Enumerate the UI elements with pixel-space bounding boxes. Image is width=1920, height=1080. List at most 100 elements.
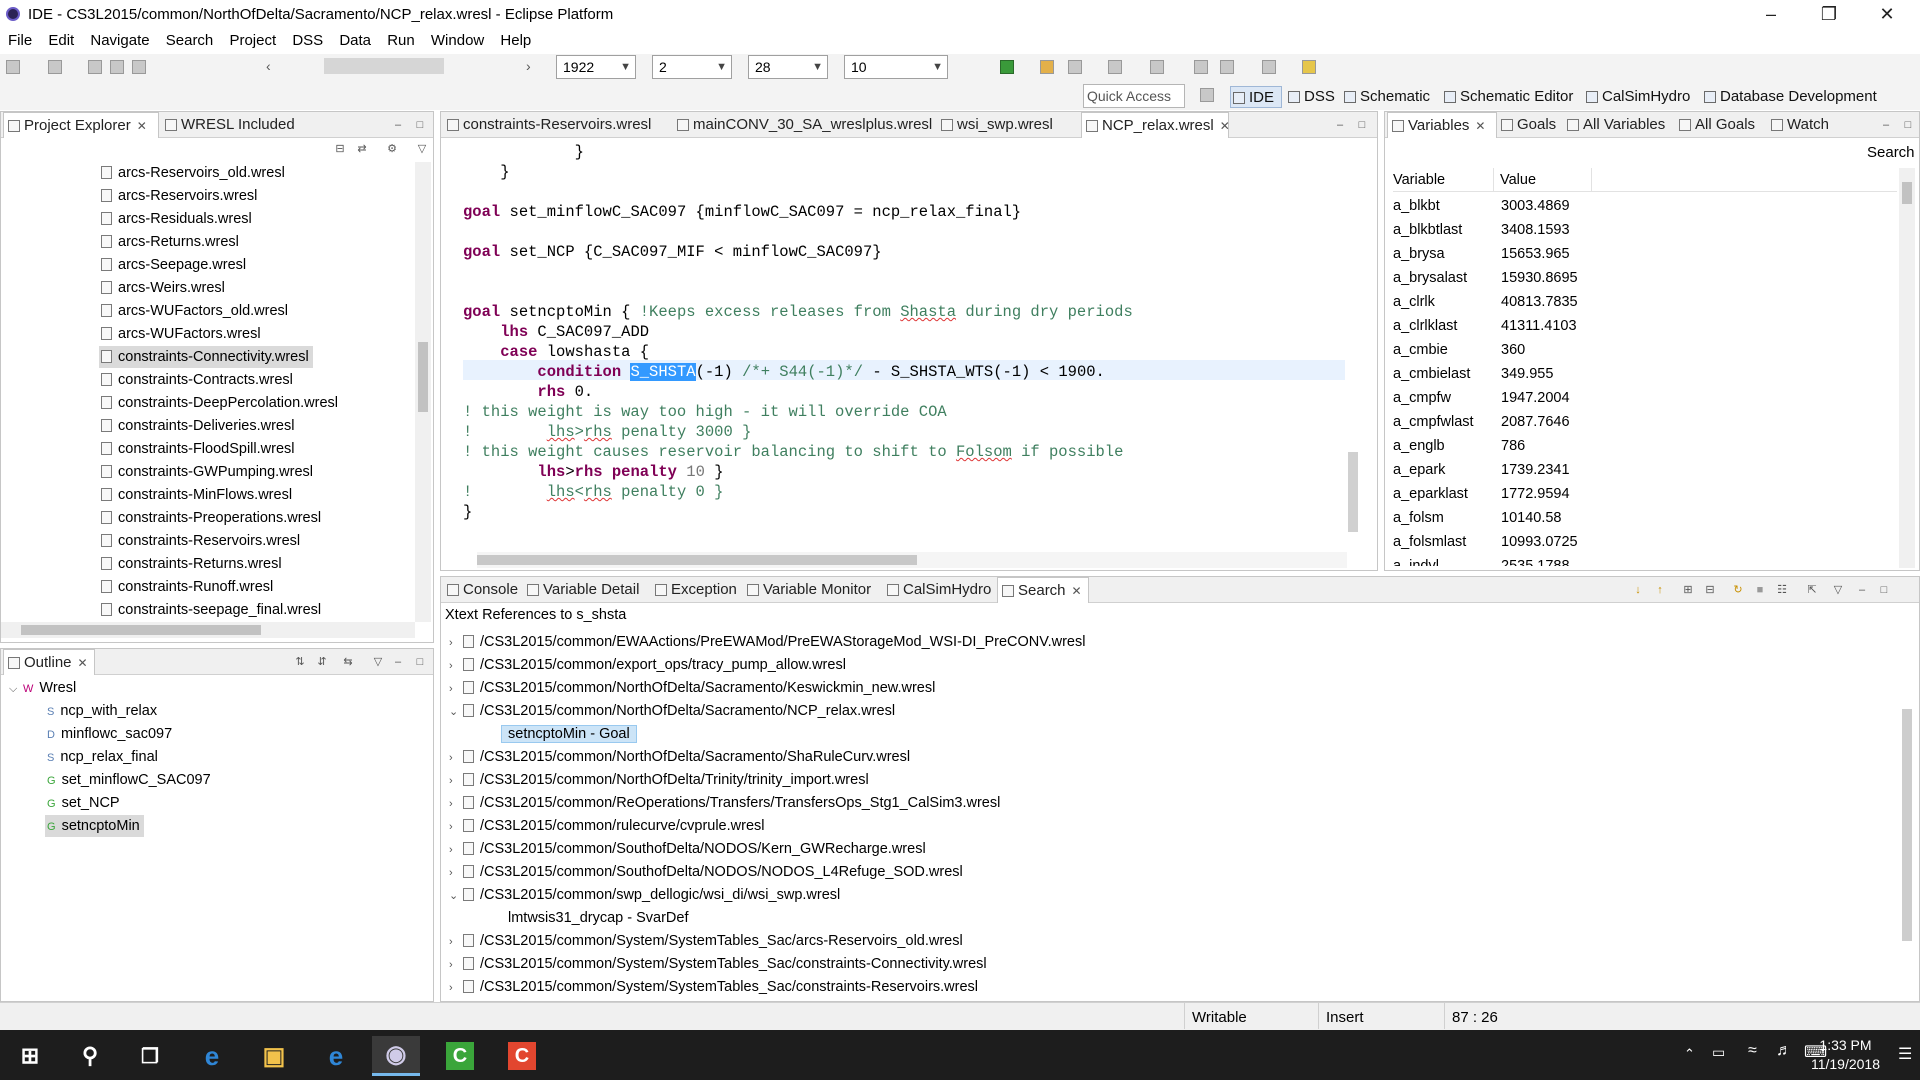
variable-row[interactable]: a_blkbtlast 3408.1593 <box>1393 218 1897 242</box>
file-tree-item[interactable]: arcs-WUFactors.wresl <box>99 323 265 345</box>
view-menu-icon[interactable]: ▽ <box>415 143 429 155</box>
perspective-dss[interactable]: DSS <box>1286 86 1335 108</box>
outline-item[interactable]: Dminflowc_sac097 <box>45 723 176 745</box>
variable-row[interactable]: a_cmpfw 1947.2004 <box>1393 386 1897 410</box>
minimize-icon[interactable]: – <box>391 119 405 131</box>
print-icon[interactable] <box>132 60 146 74</box>
app-red-icon[interactable]: C <box>498 1036 546 1076</box>
chevron-right-icon[interactable]: › <box>449 977 463 1000</box>
search-result-file[interactable]: ›/CS3L2015/common/NorthOfDelta/Sacrament… <box>449 677 935 700</box>
expand-all-icon[interactable]: ⊞ <box>1681 584 1695 596</box>
pin-icon[interactable] <box>1302 60 1316 74</box>
notifications-icon[interactable]: ☰ <box>1898 1044 1912 1064</box>
editor-vscrollbar[interactable] <box>1345 142 1361 552</box>
menu-run[interactable]: Run <box>381 30 421 52</box>
task-view-icon[interactable]: ❐ <box>126 1036 174 1076</box>
tab-variables[interactable]: Variables ✕ <box>1387 112 1497 138</box>
link-icon[interactable]: ⇆ <box>341 656 355 668</box>
maximize-icon[interactable]: □ <box>1355 119 1369 131</box>
file-tree-item[interactable]: constraints-MinFlows.wresl <box>99 484 296 506</box>
minimize-icon[interactable]: – <box>1879 119 1893 131</box>
file-tree-item[interactable]: constraints-Reservoirs.wresl <box>99 530 304 552</box>
toolbar-slider[interactable] <box>324 58 444 74</box>
variable-row[interactable]: a_indvl 2535.1788 <box>1393 554 1897 566</box>
perspective-schematic[interactable]: Schematic <box>1342 86 1430 108</box>
column-variable[interactable]: Variable <box>1393 168 1445 192</box>
save-all-icon[interactable] <box>110 60 124 74</box>
search-vscrollbar[interactable] <box>1899 629 1915 999</box>
chevron-right-icon[interactable]: › <box>449 793 463 816</box>
file-tree-item[interactable]: constraints-Preoperations.wresl <box>99 507 325 529</box>
search-icon[interactable]: ⚲ <box>66 1036 114 1076</box>
chevron-down-icon[interactable]: ⌄ <box>449 701 463 724</box>
menu-search[interactable]: Search <box>160 30 220 52</box>
outline-root[interactable]: ⌵ W Wresl <box>9 677 76 699</box>
search-match-item[interactable]: setncptoMin - Goal <box>501 723 637 746</box>
maximize-icon[interactable]: □ <box>413 119 427 131</box>
file-tree-item[interactable]: constraints-Returns.wresl <box>99 553 286 575</box>
maximize-icon[interactable]: □ <box>1877 584 1891 596</box>
internet-explorer-icon[interactable]: e <box>312 1036 360 1076</box>
quick-access-input[interactable]: Quick Access <box>1083 84 1185 108</box>
chevron-right-icon[interactable]: › <box>449 747 463 770</box>
combo-cycle[interactable]: 10 ▼ <box>844 55 948 79</box>
file-tree-item[interactable]: constraints-seepage_final.wresl <box>99 599 325 621</box>
refresh-icon[interactable]: ↻ <box>1731 584 1745 596</box>
collapse-all-icon[interactable]: ⊟ <box>333 143 347 155</box>
maximize-icon[interactable]: □ <box>1901 119 1915 131</box>
variable-row[interactable]: a_clrlk 40813.7835 <box>1393 290 1897 314</box>
prev-annotation-icon[interactable] <box>1150 60 1164 74</box>
explorer-vscrollbar[interactable] <box>415 162 431 622</box>
search-result-file[interactable]: ›/CS3L2015/common/System/SystemTables_Sa… <box>449 953 987 976</box>
variable-row[interactable]: a_cmbielast 349.955 <box>1393 362 1897 386</box>
last-edit-icon[interactable] <box>1194 60 1208 74</box>
tab-ncp-relax[interactable]: NCP_relax.wresl ✕ <box>1081 112 1230 138</box>
tab-calsimhydro[interactable]: CalSimHydro <box>883 577 997 603</box>
chevron-right-icon[interactable]: › <box>449 655 463 678</box>
tool-icon[interactable] <box>1068 60 1082 74</box>
save-icon[interactable] <box>88 60 102 74</box>
explorer-hscrollbar[interactable] <box>1 622 415 638</box>
file-tree-item[interactable]: constraints-Runoff.wresl <box>99 576 277 598</box>
file-tree-item[interactable]: constraints-FloodSpill.wresl <box>99 438 298 460</box>
chevron-right-icon[interactable]: › <box>449 678 463 701</box>
column-value[interactable]: Value <box>1493 168 1536 192</box>
chevron-right-icon[interactable]: › <box>449 839 463 862</box>
eclipse-taskbar-icon[interactable]: ◉ <box>372 1036 420 1076</box>
minimize-button[interactable]: – <box>1742 0 1800 30</box>
maximize-icon[interactable]: □ <box>413 656 427 668</box>
variable-row[interactable]: a_folsmlast 10993.0725 <box>1393 530 1897 554</box>
taskbar-clock[interactable]: 1:33 PM 11/19/2018 <box>1811 1036 1880 1074</box>
close-icon[interactable]: ✕ <box>1475 119 1485 133</box>
new-icon[interactable] <box>6 60 20 74</box>
variable-row[interactable]: a_folsm 10140.58 <box>1393 506 1897 530</box>
tab-variable-detail[interactable]: Variable Detail <box>523 577 651 603</box>
battery-icon[interactable]: ▭ <box>1712 1044 1725 1061</box>
chevron-right-icon[interactable]: › <box>449 954 463 977</box>
menu-edit[interactable]: Edit <box>42 30 80 52</box>
tab-wsi-swp[interactable]: wsi_swp.wresl <box>937 112 1079 138</box>
search-result-file[interactable]: ›/CS3L2015/common/export_ops/tracy_pump_… <box>449 654 846 677</box>
file-tree-item[interactable]: constraints-Deliveries.wresl <box>99 415 298 437</box>
scroll-left-icon[interactable]: ‹ <box>266 58 271 74</box>
outline-item[interactable]: Gset_NCP <box>45 792 124 814</box>
sort-icon[interactable]: ⇅ <box>293 656 307 668</box>
file-tree-item[interactable]: arcs-Reservoirs.wresl <box>99 185 261 207</box>
file-tree-item[interactable]: constraints-Connectivity.wresl <box>99 346 313 368</box>
view-menu-icon[interactable]: ▽ <box>371 656 385 668</box>
history-icon[interactable]: ☷ <box>1775 584 1789 596</box>
code-area[interactable]: } } goal set_minflowC_SAC097 {minflowC_S… <box>463 140 1359 552</box>
outline-item[interactable]: Gset_minflowC_SAC097 <box>45 769 215 791</box>
file-explorer-icon[interactable]: ▣ <box>250 1036 298 1076</box>
file-tree-item[interactable]: constraints-GWPumping.wresl <box>99 461 317 483</box>
app-green-icon[interactable]: C <box>436 1036 484 1076</box>
view-menu-icon[interactable]: ▽ <box>1831 584 1845 596</box>
variable-row[interactable]: a_blkbt 3003.4869 <box>1393 194 1897 218</box>
search-result-file[interactable]: ›/CS3L2015/common/NorthOfDelta/Sacrament… <box>449 746 910 769</box>
editor-hscrollbar[interactable] <box>477 552 1347 568</box>
start-button[interactable]: ⊞ <box>6 1036 54 1076</box>
chevron-right-icon[interactable]: › <box>449 770 463 793</box>
next-annotation-icon[interactable] <box>1108 60 1122 74</box>
menu-data[interactable]: Data <box>333 30 377 52</box>
minimize-icon[interactable]: – <box>1855 584 1869 596</box>
